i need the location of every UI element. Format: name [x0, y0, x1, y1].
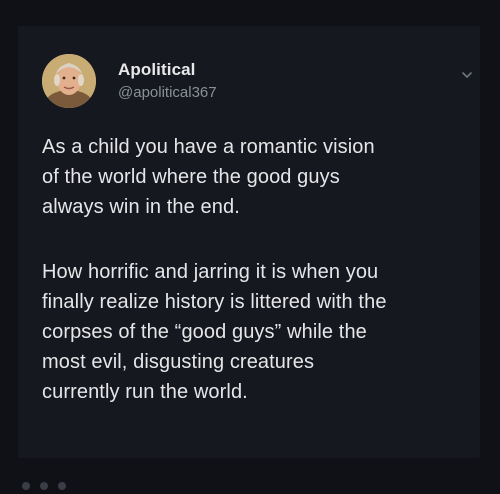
tweet-paragraph-2: How horrific and jarring it is when you …: [42, 257, 472, 407]
tweet-card: Apolitical @apolitical367 As a child you…: [18, 26, 480, 458]
cut-off-footer: [22, 474, 142, 494]
tweet-text-line: How horrific and jarring it is when you: [42, 261, 379, 283]
tweet-text-line: currently run the world.: [42, 381, 248, 403]
author-name[interactable]: Apolitical: [118, 60, 196, 80]
avatar[interactable]: [42, 54, 96, 108]
tweet-text-line: As a child you have a romantic vision: [42, 136, 375, 158]
tweet-text-line: finally realize history is littered with…: [42, 291, 387, 313]
tweet-paragraph-1: As a child you have a romantic vision of…: [42, 132, 472, 222]
tweet-text-line: always win in the end.: [42, 196, 240, 218]
tweet-text-line: most evil, disgusting creatures: [42, 351, 315, 373]
chevron-down-icon[interactable]: [460, 68, 474, 82]
portrait-icon: [42, 54, 96, 108]
author-handle[interactable]: @apolitical367: [118, 84, 217, 101]
tweet-text-line: corpses of the “good guys” while the: [42, 321, 367, 343]
tweet-text-line: of the world where the good guys: [42, 166, 340, 188]
